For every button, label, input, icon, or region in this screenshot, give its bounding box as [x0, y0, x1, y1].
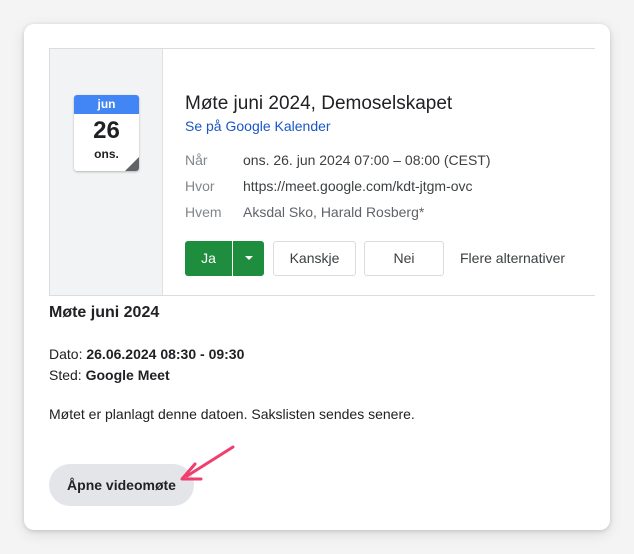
detail-label: Hvor	[185, 178, 215, 194]
detail-label: Hvem	[185, 204, 222, 220]
open-video-meeting-button[interactable]: Åpne videomøte	[49, 464, 194, 506]
rsvp-maybe-button[interactable]: Kanskje	[273, 241, 356, 276]
description-place: Sted: Google Meet	[49, 367, 170, 383]
place-value: Google Meet	[85, 367, 170, 383]
detail-value: ons. 26. jun 2024 07:00 – 08:00 (CEST)	[243, 152, 491, 168]
caret-down-icon	[245, 256, 253, 260]
calendar-day: 26	[93, 117, 120, 144]
event-invitation-card: jun 26 ons. Møte juni 2024, Demoselskape…	[24, 24, 610, 530]
detail-label: Når	[185, 152, 208, 168]
rsvp-buttons: Ja Kanskje Nei Flere alternativer	[185, 241, 596, 276]
description-title: Møte juni 2024	[49, 304, 160, 321]
event-title: Møte juni 2024, Demoselskapet	[185, 93, 453, 114]
rsvp-no-button[interactable]: Nei	[364, 241, 444, 276]
date-value: 26.06.2024 08:30 - 09:30	[86, 346, 245, 362]
description-date: Dato: 26.06.2024 08:30 - 09:30	[49, 346, 244, 362]
view-in-google-calendar-link[interactable]: Se på Google Kalender	[185, 118, 331, 134]
rsvp-yes-dropdown-button[interactable]	[233, 241, 264, 276]
guest-list: Aksdal Sko, Harald Rosberg*	[243, 204, 425, 220]
page-fold-icon	[125, 157, 139, 171]
calendar-date-icon: jun 26 ons.	[74, 95, 139, 171]
calendar-month: jun	[74, 95, 139, 114]
meeting-url[interactable]: https://meet.google.com/kdt-jtgm-ovc	[243, 178, 473, 194]
more-options-link[interactable]: Flere alternativer	[460, 241, 565, 276]
date-label: Dato:	[49, 346, 83, 362]
place-label: Sted:	[49, 367, 82, 383]
rsvp-yes-button[interactable]: Ja	[185, 241, 232, 276]
invitation-panel: jun 26 ons. Møte juni 2024, Demoselskape…	[49, 48, 595, 296]
event-info: Møte juni 2024, Demoselskapet Se på Goog…	[185, 49, 596, 295]
description-note: Møtet er planlagt denne datoen. Sakslist…	[49, 406, 415, 422]
calendar-column: jun 26 ons.	[50, 49, 163, 295]
